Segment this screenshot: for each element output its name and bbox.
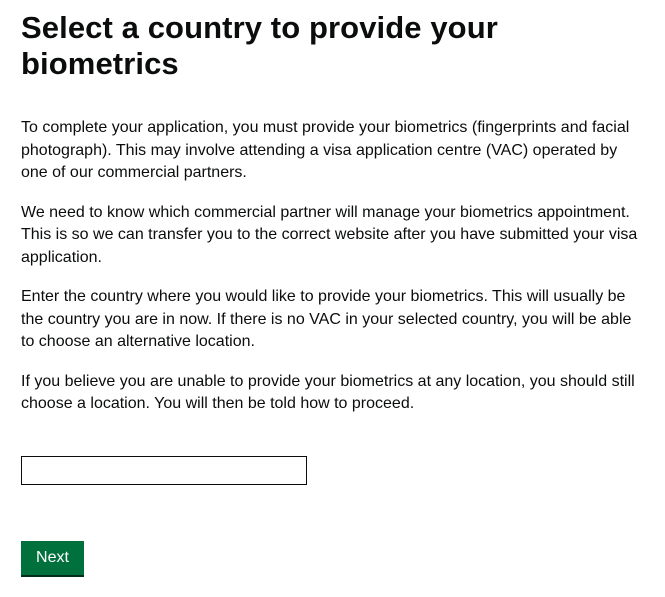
paragraph-commercial-partner: We need to know which commercial partner…: [21, 203, 638, 266]
paragraph-biometrics-requirement: To complete your application, you must p…: [21, 119, 630, 181]
intro-text: To complete your application, you must p…: [21, 117, 641, 416]
next-button[interactable]: Next: [21, 541, 84, 575]
page-title: Select a country to provide your biometr…: [21, 10, 498, 81]
paragraph-unable-to-provide: If you believe you are unable to provide…: [21, 372, 635, 413]
country-input[interactable]: [21, 456, 307, 485]
main-content: Select a country to provide your biometr…: [21, 10, 641, 433]
paragraph-enter-country: Enter the country where you would like t…: [21, 288, 632, 350]
